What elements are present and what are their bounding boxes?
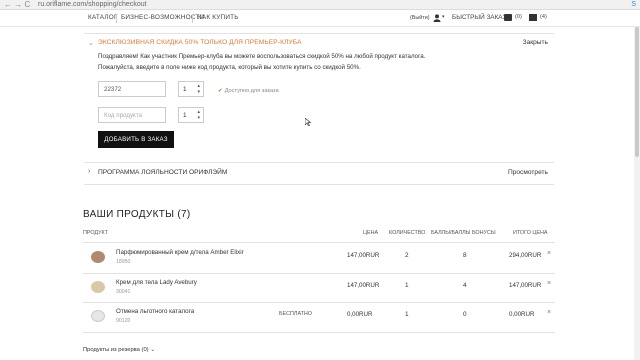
product-name[interactable]: Отмена льготного каталога (116, 308, 194, 315)
product-thumbnail[interactable] (91, 251, 105, 263)
product-code-input-2[interactable]: Код продукта (98, 107, 166, 123)
product-quantity[interactable]: 1 (405, 282, 409, 289)
product-code: 30041 (116, 289, 131, 295)
product-name[interactable]: Крем для тела Lady Avebury (116, 279, 197, 286)
products-table-header: ПРОДУКТ ЦЕНА КОЛИЧЕСТВО БАЛЛЫ/БАЛЛЫ БОНУ… (83, 230, 555, 240)
promo-text-line-2: Пожалуйста, введите в поле ниже код прод… (98, 64, 361, 71)
bag-count[interactable]: (4) (540, 14, 547, 20)
free-label: БЕСПЛАТНО (279, 311, 312, 317)
site-header: КАТАЛОГ БИЗНЕС-ВОЗМОЖНОСТИ КАК КУПИТЬ (В… (0, 10, 640, 27)
divider (84, 162, 554, 163)
divider (84, 33, 554, 34)
remove-icon[interactable]: × (547, 280, 551, 287)
product-code: 90120 (116, 318, 131, 324)
page-scrollbar[interactable] (634, 27, 640, 360)
quantity-value[interactable]: 1 (183, 86, 187, 93)
skype-icon[interactable]: S (631, 0, 636, 10)
remove-icon[interactable]: × (547, 250, 551, 257)
reserve-label[interactable]: Продукты из резерва (0) (83, 347, 149, 353)
table-row: Крем для тела Lady Avebury 30041 147,00R… (83, 273, 555, 303)
product-code: 18950 (116, 259, 131, 265)
nav-link-catalog[interactable]: КАТАЛОГ (88, 14, 118, 21)
column-header-quantity: КОЛИЧЕСТВО (389, 230, 426, 236)
promo-text-line-1: Поздравляем! Как участник Премьер-клуба … (98, 53, 426, 60)
divider (83, 332, 555, 333)
column-header-total: ИТОГО ЦЕНА (513, 230, 548, 236)
divider (84, 184, 554, 185)
product-quantity[interactable]: 2 (405, 252, 409, 259)
column-header-price: ЦЕНА (363, 230, 379, 236)
mouse-cursor-icon (305, 118, 311, 126)
product-quantity[interactable]: 1 (405, 311, 409, 318)
browser-toolbar: ← → C ru.oriflame.com/shopping/checkout … (0, 0, 640, 10)
logout-link[interactable]: (Выйти) (410, 15, 430, 21)
scrollbar-thumb[interactable] (635, 27, 639, 157)
nav-link-how-to-buy[interactable]: КАК КУПИТЬ (198, 14, 239, 21)
product-price: 147,00RUR (347, 282, 380, 289)
reserve-products-toggle[interactable]: Продукты из резерва (0) ⌄ (83, 346, 155, 353)
quantity-stepper[interactable]: 1 ▴ ▾ (178, 81, 204, 97)
loyalty-panel-header[interactable]: › ПРОГРАММА ЛОЯЛЬНОСТИ ОРИФЛЭЙМ Просмотр… (84, 167, 554, 179)
products-title: ВАШИ ПРОДУКТЫ (7) (83, 209, 191, 220)
messages-icon[interactable] (504, 14, 512, 21)
availability-text: Доступно для заказа (224, 88, 279, 94)
nav-divider (116, 14, 117, 23)
product-price: 0,00RUR (347, 311, 373, 318)
quick-order-link[interactable]: БЫСТРЫЙ ЗАКАЗ (452, 14, 506, 21)
shopping-bag-icon[interactable] (529, 14, 537, 21)
address-bar[interactable]: ru.oriflame.com/shopping/checkout (38, 0, 147, 10)
product-points: 4 (463, 282, 467, 289)
product-price: 147,00RUR (347, 252, 380, 259)
quantity-value-2[interactable]: 1 (183, 112, 187, 119)
table-row: Отмена льготного каталога 90120 БЕСПЛАТН… (83, 302, 555, 332)
chevron-right-icon[interactable]: › (88, 168, 90, 175)
user-icon[interactable] (433, 14, 441, 22)
view-button[interactable]: Просмотреть (508, 169, 548, 176)
stepper-arrows-icon[interactable]: ▴ ▾ (197, 83, 200, 95)
product-code-input[interactable]: 22372 (98, 81, 166, 97)
chevron-down-icon[interactable]: ⌄ (150, 347, 155, 353)
messages-count[interactable]: (0) (515, 14, 522, 20)
product-total: 294,00RUR (509, 252, 542, 259)
product-points: 8 (463, 252, 467, 259)
product-thumbnail[interactable] (91, 310, 105, 322)
chevron-down-icon[interactable]: ⌄ (88, 39, 94, 47)
product-thumbnail[interactable] (91, 281, 105, 293)
availability-status: ✔ Доступно для заказа (218, 88, 279, 94)
table-row: Парфюмированный крем д/тела Amber Elixir… (83, 243, 555, 273)
product-total: 147,00RUR (509, 282, 542, 289)
stepper-arrows-icon[interactable]: ▴ ▾ (197, 109, 200, 121)
product-points: 0 (463, 311, 467, 318)
check-icon: ✔ (218, 88, 223, 94)
add-to-order-button[interactable]: ДОБАВИТЬ В ЗАКАЗ (98, 131, 174, 148)
promo-panel-title[interactable]: ЭКСКЛЮЗИВНАЯ СКИДКА 50% ТОЛЬКО ДЛЯ ПРЕМЬ… (98, 39, 302, 46)
user-dropdown-chevron-icon[interactable]: ▾ (442, 14, 445, 20)
promo-panel-header[interactable]: ⌄ ЭКСКЛЮЗИВНАЯ СКИДКА 50% ТОЛЬКО ДЛЯ ПРЕ… (84, 37, 554, 49)
loyalty-panel-title[interactable]: ПРОГРАММА ЛОЯЛЬНОСТИ ОРИФЛЭЙМ (98, 169, 227, 176)
column-header-points: БАЛЛЫ/БАЛЛЫ БОНУСЫ (431, 230, 496, 236)
remove-icon[interactable]: × (547, 309, 551, 316)
product-name[interactable]: Парфюмированный крем д/тела Amber Elixir (116, 249, 244, 256)
product-total: 0,00RUR (509, 311, 535, 318)
quantity-stepper-2[interactable]: 1 ▴ ▾ (178, 107, 204, 123)
browser-nav-buttons[interactable]: ← → C (4, 0, 30, 10)
close-button[interactable]: Закрыть (523, 39, 548, 46)
column-header-product: ПРОДУКТ (83, 230, 108, 236)
nav-divider (192, 14, 193, 23)
